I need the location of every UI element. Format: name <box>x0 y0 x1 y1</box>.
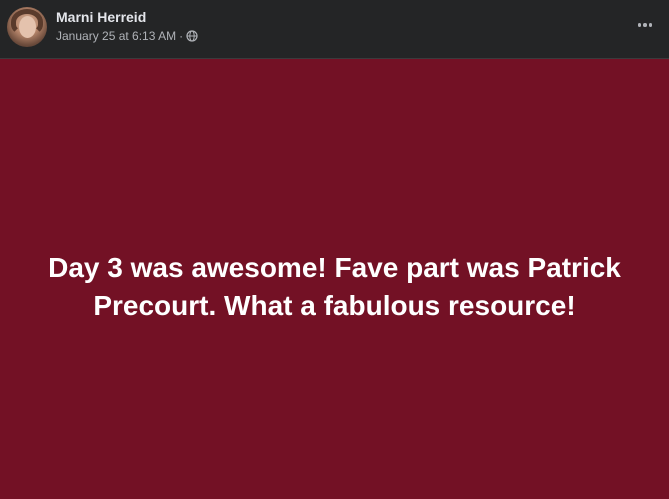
post-meta: January 25 at 6:13 AM · <box>56 28 198 44</box>
avatar[interactable] <box>7 7 47 47</box>
meta-separator: · <box>179 29 184 43</box>
post-date[interactable]: January 25 at 6:13 AM <box>56 28 176 44</box>
avatar-face <box>19 16 36 38</box>
more-dot <box>637 23 642 27</box>
more-options-icon[interactable] <box>635 15 655 35</box>
post: Marni Herreid January 25 at 6:13 AM · Da… <box>0 0 669 499</box>
post-text-card: Day 3 was awesome! Fave part was Patrick… <box>0 58 669 499</box>
post-text: Day 3 was awesome! Fave part was Patrick… <box>48 252 621 321</box>
post-header: Marni Herreid January 25 at 6:13 AM · <box>0 0 669 58</box>
globe-icon[interactable] <box>186 30 198 42</box>
more-dot <box>643 23 647 27</box>
author-name[interactable]: Marni Herreid <box>56 8 146 26</box>
more-dot <box>648 23 653 27</box>
